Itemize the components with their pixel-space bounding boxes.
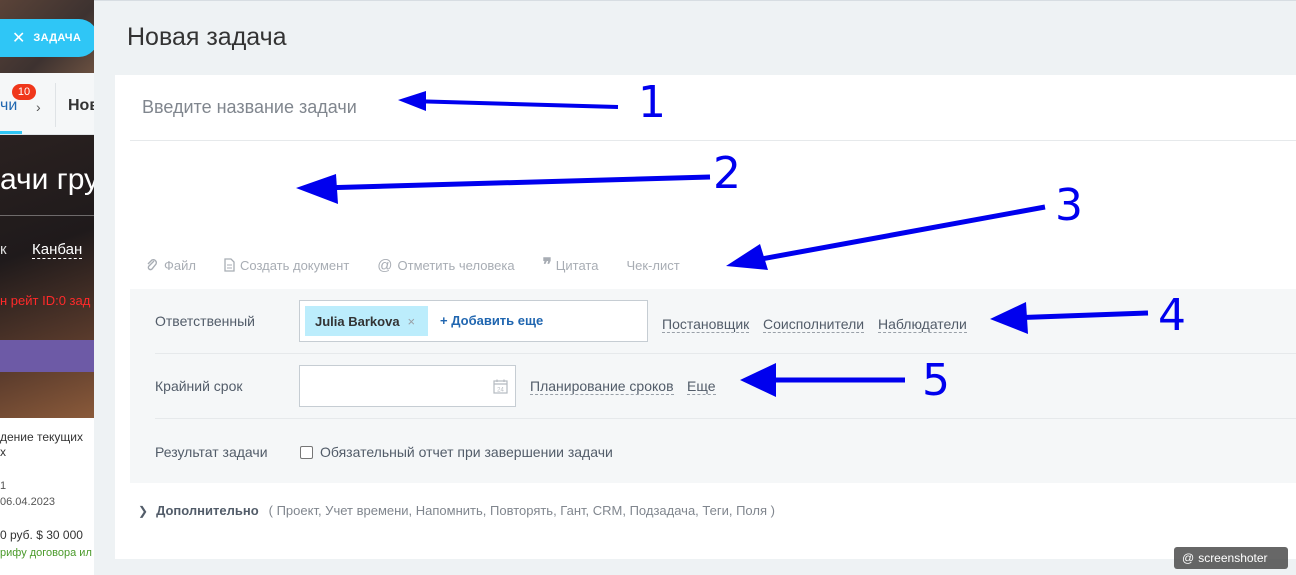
task-result-row: Результат задачи Обязательный отчет при …: [155, 419, 1296, 484]
creator-link[interactable]: Постановщик: [662, 316, 750, 333]
quote-icon: ❞: [542, 255, 552, 274]
calendar-icon[interactable]: 24: [493, 379, 508, 394]
screenshoter-watermark: @ screenshoter: [1174, 547, 1288, 569]
deadline-row: Крайний срок 24 Планирование сроков Еще: [155, 354, 1296, 419]
card-date: 06.04.2023: [0, 496, 56, 508]
page-title: Новая задача: [127, 23, 287, 51]
mandatory-report-label[interactable]: Обязательный отчет при завершении задачи: [320, 444, 613, 460]
active-tab-underline: [0, 131, 22, 134]
tab-divider: [55, 83, 56, 127]
responsible-row: Ответственный Julia Barkova × + Добавить…: [155, 289, 1296, 354]
time-planning-link[interactable]: Планирование сроков: [530, 378, 674, 395]
close-icon: ✕: [12, 30, 26, 47]
card-price: 0 руб. $ 30 000: [0, 528, 83, 542]
new-task-slider: Новая задача Введите название задачи Фай…: [94, 0, 1296, 575]
toolbar-checklist-button[interactable]: Чек-лист: [626, 258, 679, 273]
chevron-right-icon: ›: [36, 99, 41, 115]
document-icon: [224, 258, 235, 272]
calendar-icon-day: 24: [497, 388, 504, 394]
toolbar-mention-button[interactable]: @ Отметить человека: [377, 257, 514, 274]
background-task-card: дение текущих х 1 06.04.2023 0 руб. $ 30…: [0, 418, 94, 575]
co-executors-link[interactable]: Соисполнители: [763, 316, 865, 333]
remove-assignee-icon[interactable]: ×: [408, 314, 416, 329]
watermark-label: screenshoter: [1198, 551, 1268, 565]
background-page-title: ачи груп: [0, 163, 94, 196]
toolbar-checklist-label: Чек-лист: [626, 257, 680, 273]
background-tab-tasks[interactable]: чи: [0, 97, 17, 115]
toolbar-quote-label: Цитата: [555, 257, 599, 273]
assignee-chip[interactable]: Julia Barkova ×: [305, 306, 428, 336]
tasks-counter-badge: 10: [12, 84, 36, 100]
background-tabs: чи 10 › Нов: [0, 73, 94, 135]
additional-items-list: ( Проект, Учет времени, Напомнить, Повто…: [268, 503, 775, 518]
background-tab-news[interactable]: Нов: [68, 97, 94, 115]
editor-toolbar: Файл Создать документ @ Отметить человек…: [145, 255, 708, 275]
close-slider-button[interactable]: ✕ ЗАДАЧА: [0, 19, 94, 57]
close-slider-label: ЗАДАЧА: [33, 32, 82, 44]
deadline-more-link[interactable]: Еще: [687, 378, 716, 395]
background-view-list[interactable]: к: [0, 241, 7, 258]
card-title-line2: х: [0, 445, 6, 459]
toolbar-create-document-button[interactable]: Создать документ: [224, 258, 349, 273]
at-sign-icon: @: [377, 256, 393, 274]
card-title-line1: дение текущих: [0, 430, 84, 444]
observers-link[interactable]: Наблюдатели: [878, 316, 967, 333]
chevron-down-icon: ❯: [138, 503, 149, 518]
mandatory-report-checkbox[interactable]: [300, 446, 313, 459]
task-result-label: Результат задачи: [155, 444, 268, 460]
responsible-selector[interactable]: Julia Barkova × + Добавить еще: [299, 300, 648, 342]
task-description-editor[interactable]: [130, 142, 1296, 242]
background-stage-bar: [0, 340, 94, 372]
task-title-input[interactable]: Введите название задачи: [130, 75, 1296, 141]
add-more-assignee-link[interactable]: + Добавить еще: [440, 313, 543, 328]
background-group-header: ачи груп к Канбан н рейт ID:0 зад: [0, 135, 94, 418]
deadline-label: Крайний срок: [155, 378, 243, 394]
background-page: ✕ ЗАДАЧА чи 10 › Нов ачи груп к Канбан н…: [0, 0, 94, 575]
toolbar-file-button[interactable]: Файл: [145, 258, 196, 273]
background-red-text: н рейт ID:0 зад: [0, 293, 91, 308]
card-meta: 1: [0, 480, 7, 492]
deadline-input[interactable]: 24: [299, 365, 516, 407]
toolbar-file-label: Файл: [164, 257, 196, 273]
toolbar-create-document-label: Создать документ: [239, 257, 350, 273]
toolbar-mention-label: Отметить человека: [397, 257, 515, 273]
task-options-block: Ответственный Julia Barkova × + Добавить…: [130, 289, 1296, 483]
background-view-kanban[interactable]: Канбан: [32, 241, 83, 259]
at-sign-icon: @: [1182, 551, 1195, 565]
paperclip-icon: [147, 259, 157, 271]
additional-title: Дополнительно: [156, 503, 259, 518]
task-form: Введите название задачи Файл Создать док…: [115, 75, 1296, 559]
additional-section-toggle[interactable]: ❯ Дополнительно ( Проект, Учет времени, …: [138, 503, 775, 518]
responsible-label: Ответственный: [155, 313, 255, 329]
toolbar-quote-button[interactable]: ❞ Цитата: [542, 255, 599, 274]
assignee-name: Julia Barkova: [315, 313, 400, 329]
card-green-note: рифу договора ил: [0, 547, 92, 559]
divider: [0, 215, 94, 216]
